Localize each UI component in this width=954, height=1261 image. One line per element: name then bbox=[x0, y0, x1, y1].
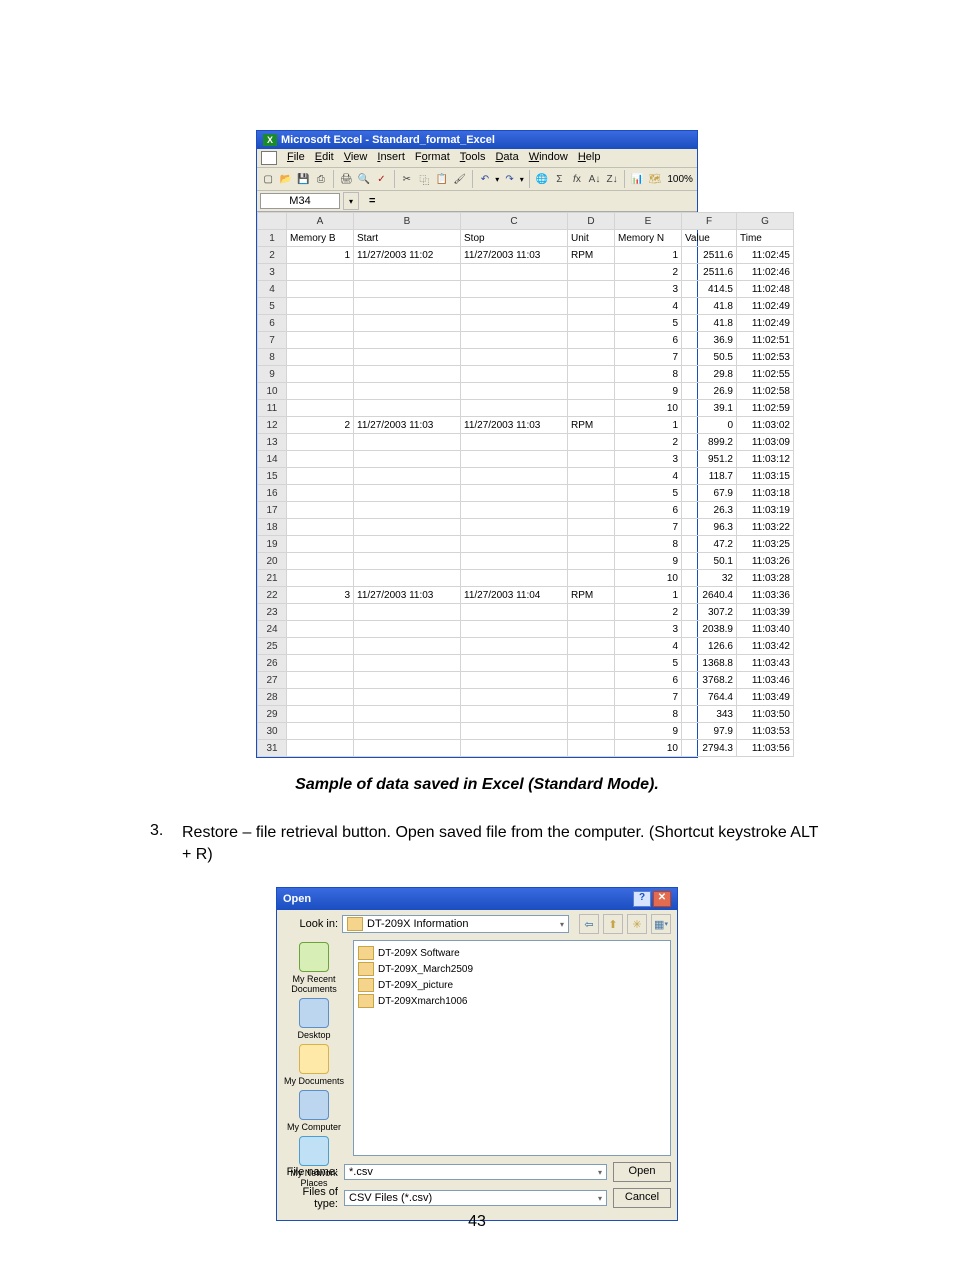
place-icon bbox=[299, 1044, 329, 1074]
name-box-dropdown-icon[interactable]: ▾ bbox=[343, 192, 359, 210]
open-icon[interactable]: 📂 bbox=[279, 170, 294, 188]
undo-icon[interactable]: ↶ bbox=[478, 170, 493, 188]
search-icon[interactable]: 🔍 bbox=[357, 170, 372, 188]
toolbar: ▢ 📂 💾 ⎙ 🖨 🔍 ✓ ✂ ⿻ 📋 🖌 ↶ ▾ ↷ ▾ 🌐 Σ fx A↓ … bbox=[257, 168, 697, 191]
body-paragraph: 3. Restore – file retrieval button. Open… bbox=[150, 822, 824, 865]
autosum-icon[interactable]: Σ bbox=[552, 170, 567, 188]
dialog-title: Open bbox=[283, 893, 311, 905]
menu-file[interactable]: File bbox=[287, 151, 305, 165]
folder-icon bbox=[358, 978, 374, 992]
cancel-button[interactable]: Cancel bbox=[613, 1188, 671, 1208]
zoom-value[interactable]: 100% bbox=[667, 174, 693, 185]
menu-data[interactable]: Data bbox=[495, 151, 518, 165]
page-number: 43 bbox=[0, 1213, 954, 1231]
open-button[interactable]: Open bbox=[613, 1162, 671, 1182]
chevron-down-icon: ▾ bbox=[598, 1194, 602, 1203]
places-item[interactable]: My Computer bbox=[287, 1090, 341, 1132]
folder-icon bbox=[358, 962, 374, 976]
spreadsheet-grid[interactable]: ABCDEFG1Memory BStartStopUnitMemory NVal… bbox=[257, 212, 697, 757]
filename-input[interactable]: *.csv ▾ bbox=[344, 1164, 607, 1180]
places-item[interactable]: My Network Places bbox=[277, 1136, 351, 1188]
up-one-level-icon[interactable]: ⬆ bbox=[603, 914, 623, 934]
document-page: X Microsoft Excel - Standard_format_Exce… bbox=[0, 0, 954, 1261]
dialog-titlebar: Open ? ✕ bbox=[277, 888, 677, 910]
folder-item[interactable]: DT-209X_March2509 bbox=[358, 961, 666, 977]
close-button[interactable]: ✕ bbox=[653, 891, 671, 907]
excel-window: X Microsoft Excel - Standard_format_Exce… bbox=[256, 130, 698, 758]
folder-icon bbox=[347, 917, 363, 931]
sort-desc-icon[interactable]: Z↓ bbox=[605, 170, 620, 188]
menubar: File Edit View Insert Format Tools Data … bbox=[257, 149, 697, 168]
look-in-value: DT-209X Information bbox=[367, 918, 469, 930]
new-folder-icon[interactable]: ✳ bbox=[627, 914, 647, 934]
figure-caption: Sample of data saved in Excel (Standard … bbox=[130, 776, 824, 794]
open-dialog: Open ? ✕ Look in: DT-209X Information ▾ … bbox=[276, 887, 678, 1221]
look-in-row: Look in: DT-209X Information ▾ ⇦ ⬆ ✳ ▦▾ bbox=[277, 910, 677, 938]
paste-icon[interactable]: 📋 bbox=[435, 170, 450, 188]
map-icon[interactable]: 🗺 bbox=[648, 170, 663, 188]
folder-item[interactable]: DT-209X_picture bbox=[358, 977, 666, 993]
folder-icon bbox=[358, 946, 374, 960]
sort-asc-icon[interactable]: A↓ bbox=[587, 170, 602, 188]
function-icon[interactable]: fx bbox=[570, 170, 585, 188]
formula-bar: M34 ▾ = bbox=[257, 191, 697, 212]
filename-label: File name: bbox=[283, 1166, 338, 1178]
print-preview-icon[interactable]: 🖨 bbox=[339, 170, 354, 188]
look-in-select[interactable]: DT-209X Information ▾ bbox=[342, 915, 569, 933]
save-icon[interactable]: 💾 bbox=[296, 170, 311, 188]
places-item[interactable]: Desktop bbox=[297, 998, 330, 1040]
name-box[interactable]: M34 bbox=[260, 193, 340, 209]
help-button[interactable]: ? bbox=[633, 891, 651, 907]
place-icon bbox=[299, 1090, 329, 1120]
places-item[interactable]: My Recent Documents bbox=[277, 942, 351, 994]
menu-help[interactable]: Help bbox=[578, 151, 601, 165]
menu-window[interactable]: Window bbox=[529, 151, 568, 165]
place-icon bbox=[299, 942, 329, 972]
cut-icon[interactable]: ✂ bbox=[400, 170, 415, 188]
formula-equals: = bbox=[359, 195, 385, 207]
format-painter-icon[interactable]: 🖌 bbox=[452, 170, 467, 188]
excel-titlebar: X Microsoft Excel - Standard_format_Exce… bbox=[257, 131, 697, 149]
dialog-bottom: File name: *.csv ▾ Open Files of type: C… bbox=[277, 1158, 677, 1220]
spellcheck-icon[interactable]: ✓ bbox=[374, 170, 389, 188]
paragraph-text: Restore – file retrieval button. Open sa… bbox=[182, 822, 824, 865]
file-list[interactable]: DT-209X SoftwareDT-209X_March2509DT-209X… bbox=[353, 940, 671, 1156]
list-number: 3. bbox=[150, 822, 170, 865]
menu-insert[interactable]: Insert bbox=[377, 151, 405, 165]
folder-icon bbox=[358, 994, 374, 1008]
excel-app-icon: X bbox=[263, 134, 277, 146]
doc-icon bbox=[261, 151, 277, 165]
views-icon[interactable]: ▦▾ bbox=[651, 914, 671, 934]
chart-icon[interactable]: 📊 bbox=[630, 170, 645, 188]
chevron-down-icon: ▾ bbox=[560, 920, 564, 929]
folder-item[interactable]: DT-209Xmarch1006 bbox=[358, 993, 666, 1009]
menu-tools[interactable]: Tools bbox=[460, 151, 486, 165]
look-in-label: Look in: bbox=[283, 918, 338, 930]
menu-format[interactable]: Format bbox=[415, 151, 450, 165]
print-icon[interactable]: ⎙ bbox=[314, 170, 329, 188]
place-icon bbox=[299, 998, 329, 1028]
places-item[interactable]: My Documents bbox=[284, 1044, 344, 1086]
place-icon bbox=[299, 1136, 329, 1166]
hyperlink-icon[interactable]: 🌐 bbox=[535, 170, 550, 188]
folder-item[interactable]: DT-209X Software bbox=[358, 945, 666, 961]
back-icon[interactable]: ⇦ bbox=[579, 914, 599, 934]
places-bar: My Recent Documents Desktop My DocumentsMy… bbox=[277, 938, 351, 1158]
chevron-down-icon: ▾ bbox=[598, 1168, 602, 1177]
menu-edit[interactable]: Edit bbox=[315, 151, 334, 165]
filetype-select[interactable]: CSV Files (*.csv) ▾ bbox=[344, 1190, 607, 1206]
menu-view[interactable]: View bbox=[344, 151, 368, 165]
filetype-label: Files of type: bbox=[283, 1186, 338, 1210]
redo-icon[interactable]: ↷ bbox=[502, 170, 517, 188]
new-icon[interactable]: ▢ bbox=[261, 170, 276, 188]
excel-title-text: Microsoft Excel - Standard_format_Excel bbox=[281, 134, 495, 146]
copy-icon[interactable]: ⿻ bbox=[417, 170, 432, 188]
